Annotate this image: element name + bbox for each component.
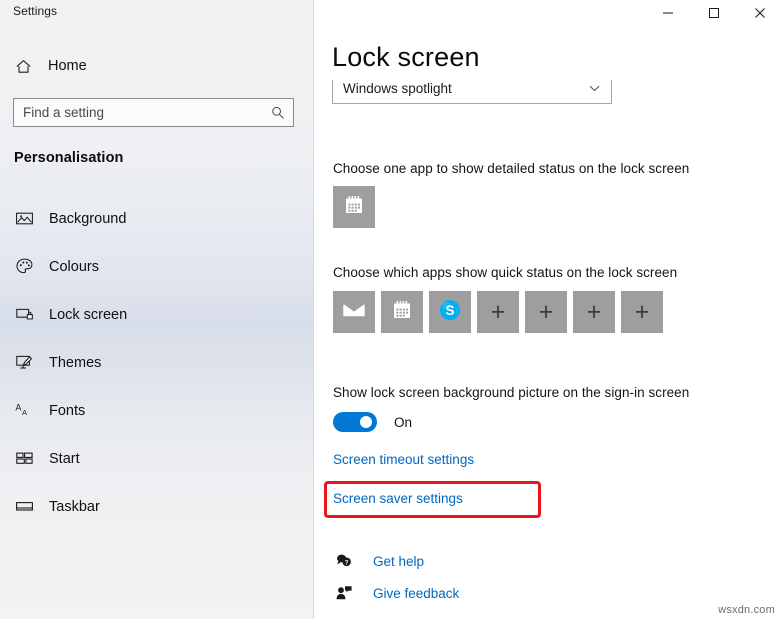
sidebar-item-lock-screen[interactable]: Lock screen (0, 299, 314, 330)
home-icon (12, 58, 34, 75)
sidebar-item-lock-screen-label: Lock screen (49, 306, 128, 323)
give-feedback-label: Give feedback (373, 585, 460, 601)
sidebar-item-start-label: Start (49, 450, 80, 467)
sidebar-item-colours[interactable]: Colours (0, 251, 314, 282)
palette-icon (12, 257, 36, 276)
show-background-toggle-row: On (333, 412, 412, 432)
plus-icon: + (490, 297, 506, 326)
sidebar-item-taskbar-label: Taskbar (49, 498, 100, 515)
background-dropdown[interactable]: Windows spotlight (332, 80, 612, 104)
sidebar-item-taskbar[interactable]: Taskbar (0, 491, 314, 522)
sidebar-item-background-label: Background (49, 210, 127, 227)
svg-text:?: ? (345, 559, 349, 566)
taskbar-icon (12, 497, 36, 516)
sidebar-item-fonts-label: Fonts (49, 402, 86, 419)
background-dropdown-clip: Windows spotlight (332, 80, 614, 105)
get-help-link[interactable]: ? Get help (333, 552, 424, 570)
sidebar-item-background[interactable]: Background (0, 203, 314, 234)
sidebar-item-fonts[interactable]: A A Fonts (0, 395, 314, 426)
detailed-status-calendar-tile[interactable] (333, 186, 375, 228)
themes-brush-icon (12, 353, 36, 372)
close-icon (754, 6, 766, 24)
sidebar-section-title: Personalisation (14, 150, 124, 166)
quick-status-add-slot-3[interactable]: + (573, 291, 615, 333)
person-feedback-icon (333, 584, 355, 602)
content-pane: Lock screen Windows spotlight Choose one… (314, 0, 783, 619)
plus-icon: + (538, 297, 554, 326)
window-controls (645, 0, 783, 30)
sidebar-item-home[interactable]: Home (0, 52, 314, 80)
skype-icon: S (437, 297, 463, 328)
sidebar-item-home-label: Home (48, 58, 87, 74)
quick-status-calendar-tile[interactable] (381, 291, 423, 333)
plus-icon: + (634, 297, 650, 326)
sidebar-nav-list: Background Colours Lock screen Themes A … (0, 203, 314, 539)
svg-text:S: S (445, 303, 454, 318)
svg-text:A: A (15, 403, 21, 413)
maximize-icon (708, 6, 720, 24)
minimize-button[interactable] (645, 0, 691, 30)
toggle-knob (360, 416, 372, 428)
plus-icon: + (586, 297, 602, 326)
start-tiles-icon (12, 449, 36, 468)
search-box[interactable] (13, 98, 294, 127)
quick-status-add-slot-4[interactable]: + (621, 291, 663, 333)
lock-screen-icon (12, 305, 36, 324)
background-dropdown-value: Windows spotlight (343, 80, 452, 96)
search-input[interactable] (14, 105, 263, 120)
quick-status-app-row: S + + + + (333, 291, 663, 333)
calendar-icon (390, 298, 414, 327)
question-bubble-icon: ? (333, 552, 355, 570)
give-feedback-link[interactable]: Give feedback (333, 584, 459, 602)
sidebar-item-colours-label: Colours (49, 258, 99, 275)
show-background-toggle-state: On (394, 414, 413, 430)
screen-timeout-settings-link[interactable]: Screen timeout settings (333, 452, 474, 467)
quick-status-skype-tile[interactable]: S (429, 291, 471, 333)
sidebar-item-start[interactable]: Start (0, 443, 314, 474)
quick-status-label: Choose which apps show quick status on t… (333, 265, 678, 280)
sidebar-item-themes-label: Themes (49, 354, 102, 371)
quick-status-mail-tile[interactable] (333, 291, 375, 333)
svg-text:A: A (22, 408, 27, 417)
search-icon[interactable] (263, 99, 293, 126)
image-icon (12, 209, 36, 228)
quick-status-add-slot-1[interactable]: + (477, 291, 519, 333)
settings-window: Settings Home Personalisation (0, 0, 783, 619)
chevron-down-icon (588, 82, 611, 95)
sidebar-item-themes[interactable]: Themes (0, 347, 314, 378)
detailed-status-label: Choose one app to show detailed status o… (333, 161, 690, 176)
watermark: wsxdn.com (718, 604, 775, 616)
fonts-aa-icon: A A (12, 401, 36, 420)
quick-status-add-slot-2[interactable]: + (525, 291, 567, 333)
page-title: Lock screen (332, 42, 480, 72)
mail-icon (341, 297, 367, 328)
detailed-status-app-row (333, 186, 375, 228)
get-help-label: Get help (373, 553, 425, 569)
close-button[interactable] (737, 0, 783, 30)
show-background-toggle[interactable] (333, 412, 377, 432)
calendar-icon (342, 193, 366, 222)
screen-saver-settings-link[interactable]: Screen saver settings (333, 491, 463, 506)
minimize-icon (662, 6, 674, 24)
maximize-button[interactable] (691, 0, 737, 30)
app-title: Settings (13, 4, 58, 18)
sidebar: Settings Home Personalisation (0, 0, 314, 619)
show-background-label: Show lock screen background picture on t… (333, 385, 690, 400)
